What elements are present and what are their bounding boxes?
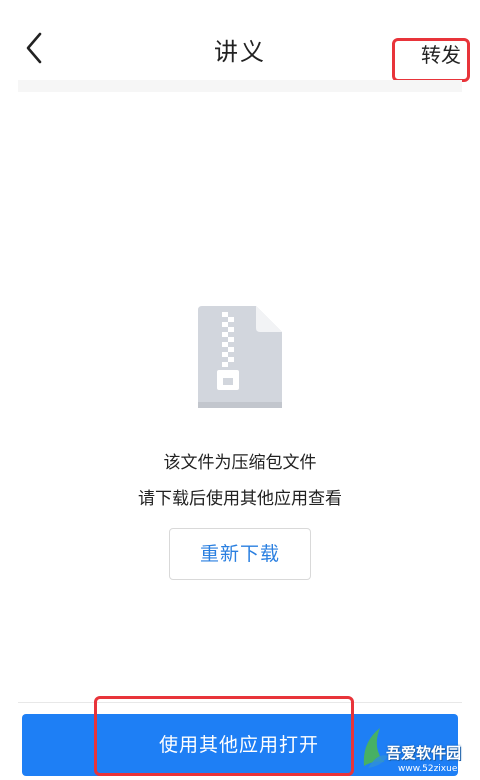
screen: 讲义 转发 该文件为压缩包文件 请下载后使用其他应用查看 重新下载 使用其他应用… xyxy=(0,0,480,780)
bottom-divider xyxy=(18,702,462,703)
zip-file-icon xyxy=(198,306,282,408)
message-hint: 请下载后使用其他应用查看 xyxy=(138,489,342,509)
forward-button[interactable]: 转发 xyxy=(392,38,470,82)
message-title: 该文件为压缩包文件 xyxy=(163,453,317,473)
redownload-button[interactable]: 重新下载 xyxy=(169,528,311,580)
forward-label: 转发 xyxy=(421,43,461,67)
header-divider xyxy=(18,80,462,92)
file-preview-area: 该文件为压缩包文件 请下载后使用其他应用查看 重新下载 xyxy=(18,92,462,704)
open-button-label: 使用其他应用打开 xyxy=(158,734,319,756)
open-with-other-app-button[interactable]: 使用其他应用打开 xyxy=(22,714,458,776)
top-bar: 讲义 转发 xyxy=(0,0,480,92)
